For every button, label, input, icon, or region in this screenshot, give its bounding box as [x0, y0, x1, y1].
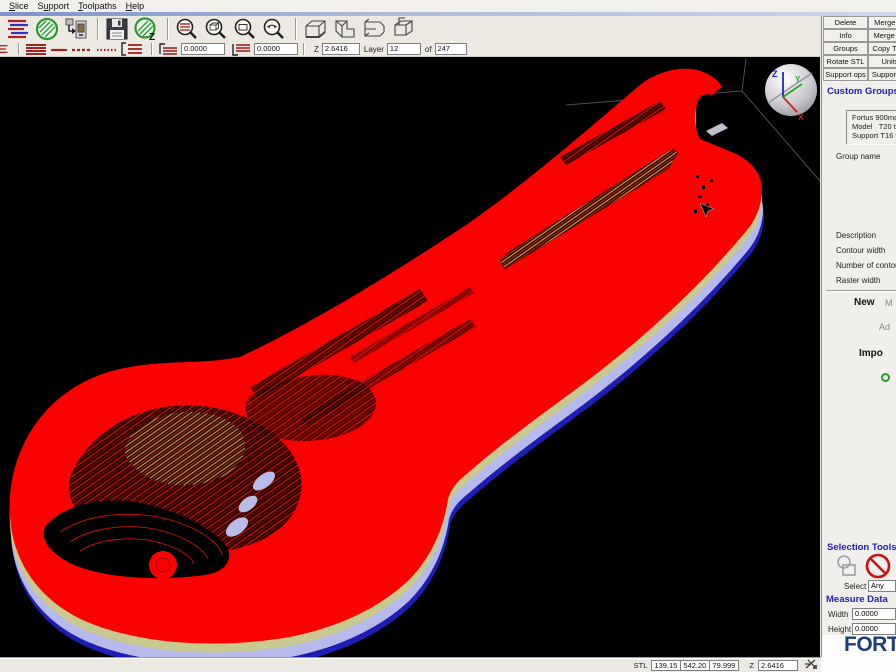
layer-field[interactable]: 12 [387, 43, 421, 55]
layer-total-field[interactable]: 247 [435, 43, 467, 55]
number-of-contours-label: Number of contours [836, 261, 896, 270]
save-icon[interactable] [104, 17, 130, 41]
toolpath-layers-icon[interactable] [5, 17, 31, 41]
toolbar-separator [97, 18, 99, 40]
status-z-label: Z [749, 661, 754, 670]
units-button[interactable]: Units [868, 55, 896, 68]
z-value-field[interactable]: 2.6416 [322, 43, 360, 55]
single-layer-icon[interactable] [50, 42, 68, 56]
menu-toolpaths[interactable]: Toolpaths [78, 1, 117, 11]
merge-close-button[interactable]: Merge clo [868, 29, 896, 42]
rotate-stl-button[interactable]: Rotate STL [823, 55, 868, 68]
support-va-button[interactable]: Support va [868, 68, 896, 81]
magnifier-layers-icon[interactable] [174, 17, 200, 41]
magnifier-window-icon[interactable] [232, 17, 258, 41]
measure-data-title: Measure Data [826, 594, 888, 605]
merge-open-button[interactable]: Merge op [868, 16, 896, 29]
slice-icon[interactable] [34, 17, 60, 41]
copy-through-button[interactable]: Copy Thro [868, 42, 896, 55]
fortus-logo-box: FORTUS [822, 635, 896, 657]
view-cube-corner-icon[interactable] [331, 17, 357, 41]
new-button[interactable]: New [854, 297, 875, 308]
dotted-layer-icon[interactable] [96, 42, 118, 56]
magnifier-cube-icon[interactable] [203, 17, 229, 41]
toolbar-separator [167, 18, 169, 40]
height-label: Height [828, 625, 851, 634]
custom-groups-title: Custom Groups [827, 86, 896, 97]
delete-button[interactable]: Delete [823, 16, 868, 29]
select-label: Select [844, 582, 866, 591]
dashed-layer-icon[interactable] [71, 42, 93, 56]
toolbar-separator [295, 18, 297, 40]
axis-x-label: X [798, 113, 804, 122]
of-label: of [425, 45, 432, 54]
magnifier-pan-icon[interactable] [261, 17, 287, 41]
svg-text:Z: Z [149, 32, 155, 41]
width-label: Width [828, 610, 848, 619]
fortus-logo: FORTUS [844, 635, 896, 657]
menu-slice[interactable]: Slice [9, 1, 29, 11]
import-button[interactable]: Impo [859, 348, 883, 359]
contour-width-label: Contour width [836, 246, 885, 255]
panel-divider [826, 290, 896, 292]
status-z-field: 2.6416 [758, 660, 798, 671]
axis-z-label: Z [772, 69, 778, 79]
bracket-layers-icon[interactable] [121, 42, 143, 56]
orientation-ball[interactable]: Z Y X [765, 64, 817, 122]
group-name-label: Group name [836, 152, 880, 161]
snap-cursor-icon[interactable] [804, 658, 818, 672]
coord-x-field: 139.15 [651, 660, 681, 671]
view-cube-bottom-icon[interactable] [302, 17, 328, 41]
slot-boss [149, 551, 177, 579]
toolbar-separator [151, 43, 153, 55]
main-toolbar: Z [0, 16, 820, 42]
machine-model-row: Model T20 tip [852, 122, 896, 131]
z-label: Z [314, 45, 319, 54]
view-cube-section-icon[interactable] [389, 17, 415, 41]
top-offset-field[interactable]: 0.0000 [181, 43, 225, 55]
bottom-offset-icon [231, 42, 251, 56]
toolbar-separator [303, 43, 305, 55]
machine-info-box: Fortus 900mc Model T20 tip Support T16 t… [846, 110, 896, 145]
info-button[interactable]: Info [823, 29, 868, 42]
import-status-icon [881, 373, 890, 382]
raster-mini-icon[interactable] [0, 42, 10, 56]
layer-label: Layer [364, 45, 384, 54]
groups-button[interactable]: Groups [823, 42, 868, 55]
description-label: Description [836, 231, 876, 240]
support-ops-button[interactable]: Support ops [823, 68, 868, 81]
sliced-part-view: Z Y X [0, 57, 820, 657]
toolbar-separator [18, 43, 20, 55]
right-panel: Delete Merge op Info Merge clo Groups Co… [821, 16, 896, 657]
axis-y-label: Y [795, 75, 801, 84]
status-bar: STL 139.15 542.20 79.999 Z 2.6416 [0, 657, 821, 672]
view-cube-left-icon[interactable] [360, 17, 386, 41]
show-all-layers-icon[interactable] [25, 42, 47, 56]
send-to-machine-icon[interactable] [63, 17, 89, 41]
width-field[interactable]: 0.0000 [852, 608, 896, 620]
machine-support-row: Support T16 tip [852, 131, 896, 140]
stl-label: STL [634, 661, 648, 670]
3d-viewport[interactable]: Z Y X [0, 57, 820, 657]
bottom-offset-field[interactable]: 0.0000 [254, 43, 298, 55]
menu-bar: Slice Support Toolpaths Help [0, 0, 896, 12]
select-shapes-icon[interactable] [834, 554, 860, 583]
menu-support[interactable]: Support [38, 1, 70, 11]
menu-help[interactable]: Help [126, 1, 145, 11]
select-mode-dropdown[interactable]: Any [868, 580, 896, 592]
height-field[interactable]: 0.0000 [852, 623, 896, 635]
logo-background [821, 657, 896, 672]
slice-to-z-icon[interactable]: Z [133, 17, 159, 41]
coord-y-field: 542.20 [680, 660, 710, 671]
panel-button-grid: Delete Merge op Info Merge clo Groups Co… [823, 16, 896, 81]
raster-width-label: Raster width [836, 276, 880, 285]
layer-toolbar: 0.0000 0.0000 Z 2.6416 Layer 12 of 247 [0, 42, 820, 57]
add-button[interactable]: Ad [879, 322, 890, 332]
machine-name: Fortus 900mc [852, 113, 896, 122]
next-action-fragment[interactable]: M [885, 298, 893, 308]
coord-z-field: 79.999 [709, 660, 739, 671]
top-offset-icon [158, 42, 178, 56]
